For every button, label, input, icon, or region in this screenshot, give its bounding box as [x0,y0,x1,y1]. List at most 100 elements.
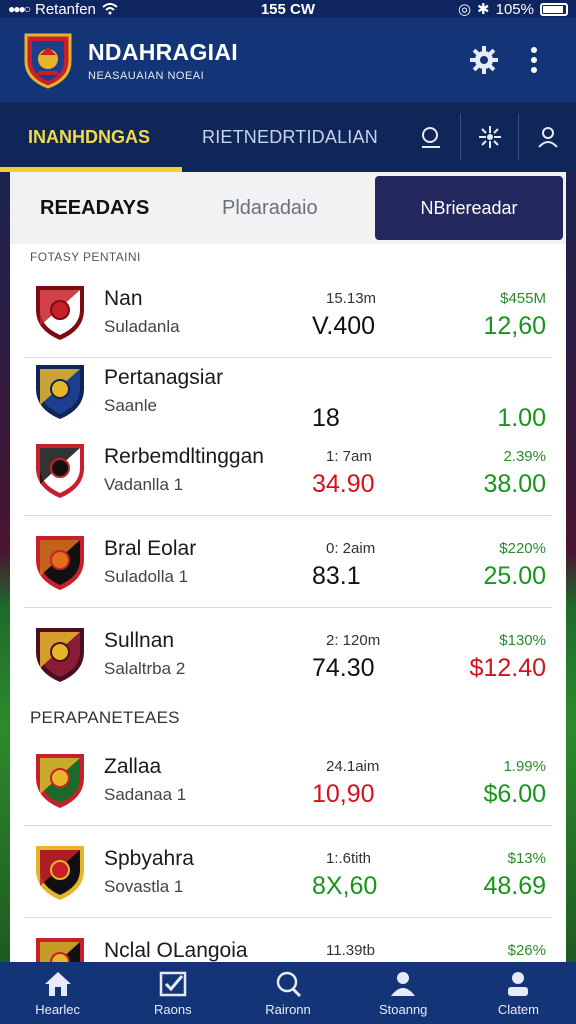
price-value: 12,60 [483,312,546,340]
battery-icon [540,2,568,16]
list-item[interactable]: Rerbemdltinggan Vadanlla 1 1: 7am 34.90 … [24,424,552,516]
team-subtitle: Sadanaa 1 [104,784,187,804]
battery-percent: 105% [495,0,534,18]
price-change: $130% [499,632,546,649]
filter-tab-primary[interactable]: REEADAYS [40,197,222,220]
app-subtitle: NEASAUAIAN NOEAI [88,69,205,82]
team-name: Rerbemdltinggan [104,444,264,468]
filter-tab-secondary[interactable]: Pldaradaio [222,197,374,220]
match-time: 1: 7am [326,448,372,465]
team-crest-icon [30,750,90,810]
team-subtitle: Saanle [104,396,157,415]
tab-primary[interactable]: INANHDNGAS [0,102,184,172]
bottom-nav-item-person[interactable]: Clatem [461,962,576,1017]
list-item[interactable]: Nclal OLangoia Sadanla 11.39tb $26% [24,918,552,962]
match-value: 10,90 [312,780,375,808]
section-label-first: FOTASY PENTAINI [30,250,141,264]
more-menu-button[interactable] [514,40,554,80]
match-value: 34.90 [312,470,375,498]
bottom-nav-item-home[interactable]: Hearlec [0,962,115,1017]
home-icon [44,972,71,996]
check-icon [159,971,187,997]
app-header: NDAHRAGIAI NEASAUAIAN NOEAI [0,18,576,102]
settings-icon [478,126,501,148]
team-name: Sullnan [104,629,175,652]
filter-tabs: REEADAYS Pldaradaio NBriereadar [10,172,566,244]
price-change: $220% [499,540,546,557]
alarm-icon: ◎ [457,1,472,18]
match-time: 0: 2aim [326,540,376,557]
profile-icon [391,972,416,996]
team-subtitle: Sovastla 1 [104,876,184,896]
bottom-nav-label: Raironn [265,1002,311,1017]
search-icon [422,127,440,148]
clock: 155 CW [260,0,316,18]
list-item[interactable]: Pertanagsiar Saanle 18 1.00 [24,358,552,432]
price-change: $455M [500,290,546,307]
team-name: Pertanagsiar [104,366,224,389]
bottom-nav-item-profile[interactable]: Stoanng [346,962,461,1017]
bottom-nav-label: Raons [154,1002,192,1017]
nav-settings-button[interactable] [460,114,518,160]
search-icon [276,971,302,998]
bottom-nav: Hearlec Raons Raironn Stoanng Clatem [0,962,576,1024]
nav-profile-button[interactable] [518,114,576,160]
team-crest-icon [30,842,90,902]
bluetooth-icon: ✱ [477,1,490,18]
price-value: 38.00 [483,470,546,498]
list-item[interactable]: Zallaa Sadanaa 1 24.1aim 10,90 1.99% $6.… [24,734,552,826]
filter-tab-tertiary[interactable]: NBriereadar [375,176,563,240]
team-crest-icon [30,361,90,421]
list-item[interactable]: Spbyahra Sovastla 1 1:.6tith 8X,60 $13% … [24,826,552,918]
match-time: 24.1aim [326,758,380,775]
carrier-label: Retanfen [35,0,96,18]
wifi-icon [102,3,118,15]
nav-search-button[interactable] [402,114,460,160]
list-item[interactable]: Sullnan Salaltrba 2 2: 120m 74.30 $130% … [24,608,552,700]
match-time: 11.39tb [326,942,375,959]
team-name: Zallaa [104,754,162,778]
price-value: $6.00 [483,780,546,808]
match-value: 8X,60 [312,872,378,900]
app-logo [22,31,74,89]
team-crest-icon [30,282,90,342]
section-label-second: PERAPANETEAES [30,708,180,727]
bottom-nav-item-search[interactable]: Raironn [230,962,345,1017]
price-value: 48.69 [483,872,546,900]
team-crest-icon [30,532,90,592]
bottom-nav-label: Stoanng [378,1002,428,1017]
bottom-nav-label: Hearlec [35,1002,80,1017]
match-time: 1:.6tith [326,850,372,867]
price-value: $12.40 [469,654,546,682]
team-crest-icon [30,934,90,962]
bottom-nav-item-check[interactable]: Raons [115,962,230,1017]
status-bar: ●●●○ Retanfen 155 CW ◎ ✱ 105% [0,0,576,18]
tab-secondary[interactable]: RIETNEDRTIDALIAN [202,102,378,172]
match-value: 83.1 [312,562,361,590]
team-name: Spbyahra [104,846,194,870]
team-subtitle: Salaltrba 2 [104,659,186,678]
app-title: NDAHRAGIAI [88,38,238,65]
price-change: 2.39% [503,448,546,465]
list-item[interactable]: Nan Suladanla 15.13m V.400 $455M 12,60 [24,266,552,358]
bottom-nav-label: Clatem [497,1002,539,1017]
more-vertical-icon [531,47,537,73]
match-time: 15.13m [326,290,377,307]
team-name: Bral Eolar [104,536,197,560]
settings-button[interactable] [464,40,504,80]
price-change: 1.99% [503,758,546,775]
team-subtitle: Vadanlla 1 [104,474,184,494]
signal-icon: ●●●○ [8,2,31,16]
price-change: $13% [507,850,546,867]
user-icon [537,127,558,148]
gear-icon [470,46,498,74]
main-tabs: INANHDNGAS RIETNEDRTIDALIAN [0,102,576,172]
match-value: V.400 [312,312,376,340]
team-name: Nan [104,286,143,310]
team-subtitle: Suladolla 1 [104,566,189,586]
team-crest-icon [30,440,90,500]
person-icon [508,972,529,996]
match-time: 2: 120m [326,632,381,649]
team-crest-icon [30,624,90,684]
list-item[interactable]: Bral Eolar Suladolla 1 0: 2aim 83.1 $220… [24,516,552,608]
